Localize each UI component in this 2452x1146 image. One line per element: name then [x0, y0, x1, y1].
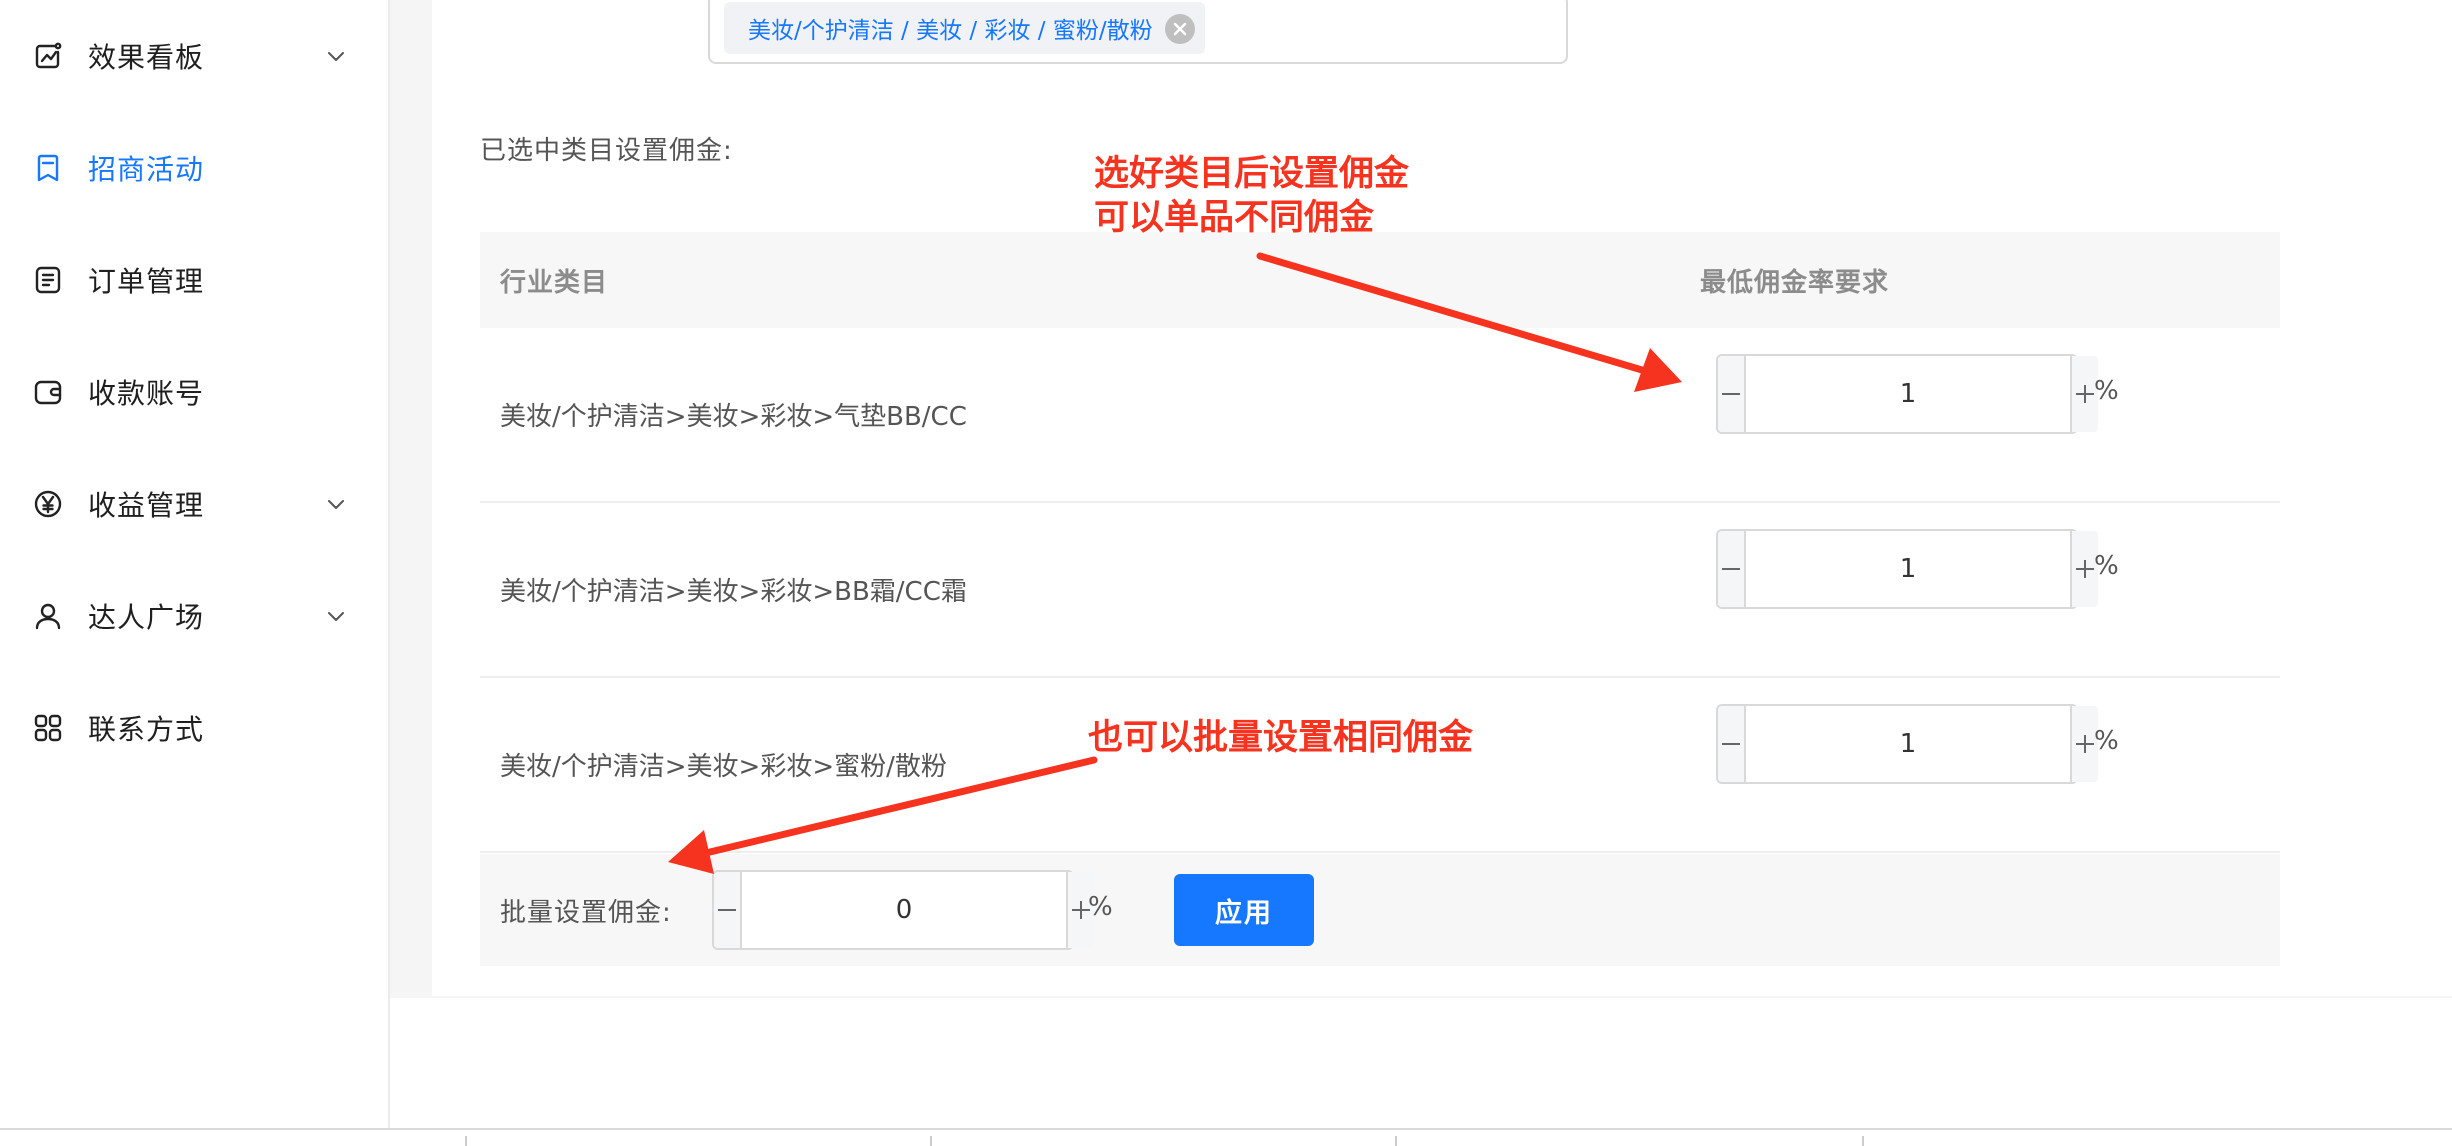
- category-tag-label: 美妆/个护清洁 / 美妆 / 彩妆 / 蜜粉/散粉: [748, 18, 1153, 44]
- user-icon: [32, 600, 64, 632]
- sidebar-item-influencer-square[interactable]: 达人广场: [0, 576, 388, 656]
- sidebar-item-earnings[interactable]: 收益管理: [0, 464, 388, 544]
- sidebar-item-label: 效果看板: [88, 41, 205, 74]
- rate-stepper: [1716, 704, 2098, 784]
- divider-tick: [465, 1136, 467, 1146]
- chevron-down-icon: [324, 44, 348, 68]
- percent-unit: %: [2094, 726, 2119, 756]
- close-icon[interactable]: [1164, 14, 1195, 44]
- rate-stepper: [1716, 354, 2098, 434]
- rate-input[interactable]: [1746, 531, 2070, 607]
- category-select[interactable]: 美妆/个护清洁 / 美妆 / 彩妆 / 蜜粉/散粉: [708, 0, 1568, 64]
- bottom-strip: [0, 1128, 2452, 1146]
- annotation-top-line2: 可以单品不同佣金: [1094, 198, 1375, 238]
- sidebar: 效果看板 招商活动 订单管理 收款账号 收益管理 达人广场 联系方式: [0, 0, 390, 1128]
- header-category: 行业类目: [500, 268, 609, 298]
- annotation-top-line1: 选好类目后设置佣金: [1094, 154, 1410, 194]
- decrement-button[interactable]: [1718, 531, 1746, 607]
- batch-rate-stepper: [712, 870, 1094, 950]
- rate-stepper: [1716, 529, 2098, 609]
- chevron-down-icon: [324, 604, 348, 628]
- batch-rate-input[interactable]: [742, 872, 1066, 948]
- divider-tick: [1862, 1136, 1864, 1146]
- sidebar-item-dashboard[interactable]: 效果看板: [0, 16, 388, 96]
- row-category: 美妆/个护清洁>美妆>彩妆>气垫BB/CC: [500, 402, 967, 432]
- table-row: 美妆/个护清洁>美妆>彩妆>BB霜/CC霜 %: [480, 503, 2280, 678]
- divider-tick: [1395, 1136, 1397, 1146]
- sidebar-item-campaigns[interactable]: 招商活动: [0, 128, 388, 208]
- divider-tick: [930, 1136, 932, 1146]
- annotation-bottom: 也可以批量设置相同佣金: [1088, 718, 1474, 758]
- content-footer-area: [390, 998, 2452, 1128]
- decrement-button[interactable]: [1718, 356, 1746, 432]
- sidebar-item-label: 达人广场: [88, 601, 205, 634]
- bookmark-icon: [32, 152, 64, 184]
- header-min-rate: 最低佣金率要求: [1700, 268, 1890, 298]
- batch-label: 批量设置佣金:: [500, 898, 672, 928]
- rate-input[interactable]: [1746, 706, 2070, 782]
- rate-input[interactable]: [1746, 356, 2070, 432]
- table-header: 行业类目 最低佣金率要求: [480, 232, 2280, 328]
- decrement-button[interactable]: [714, 872, 742, 948]
- chevron-down-icon: [324, 492, 348, 516]
- table-row: 美妆/个护清洁>美妆>彩妆>蜜粉/散粉 %: [480, 678, 2280, 853]
- sidebar-item-payment-account[interactable]: 收款账号: [0, 352, 388, 432]
- batch-commission-row: 批量设置佣金: % 应用: [480, 854, 2280, 966]
- wallet-icon: [32, 376, 64, 408]
- sidebar-item-label: 招商活动: [88, 153, 205, 186]
- row-category: 美妆/个护清洁>美妆>彩妆>BB霜/CC霜: [500, 577, 967, 607]
- category-tag: 美妆/个护清洁 / 美妆 / 彩妆 / 蜜粉/散粉: [724, 2, 1205, 54]
- section-label: 已选中类目设置佣金:: [480, 136, 733, 166]
- table-row: 美妆/个护清洁>美妆>彩妆>气垫BB/CC %: [480, 328, 2280, 503]
- yen-circle-icon: [32, 488, 64, 520]
- sidebar-item-orders[interactable]: 订单管理: [0, 240, 388, 320]
- sidebar-item-label: 联系方式: [88, 713, 205, 746]
- order-list-icon: [32, 264, 64, 296]
- sidebar-item-label: 订单管理: [88, 265, 205, 298]
- sidebar-item-contact[interactable]: 联系方式: [0, 688, 388, 768]
- sidebar-item-label: 收款账号: [88, 377, 205, 410]
- decrement-button[interactable]: [1718, 706, 1746, 782]
- percent-unit: %: [2094, 551, 2119, 581]
- grid-apps-icon: [32, 712, 64, 744]
- percent-unit: %: [2094, 376, 2119, 406]
- percent-unit: %: [1088, 892, 1113, 922]
- sidebar-item-label: 收益管理: [88, 489, 205, 522]
- apply-button[interactable]: 应用: [1174, 874, 1314, 946]
- chart-board-icon: [32, 40, 64, 72]
- row-category: 美妆/个护清洁>美妆>彩妆>蜜粉/散粉: [500, 752, 947, 782]
